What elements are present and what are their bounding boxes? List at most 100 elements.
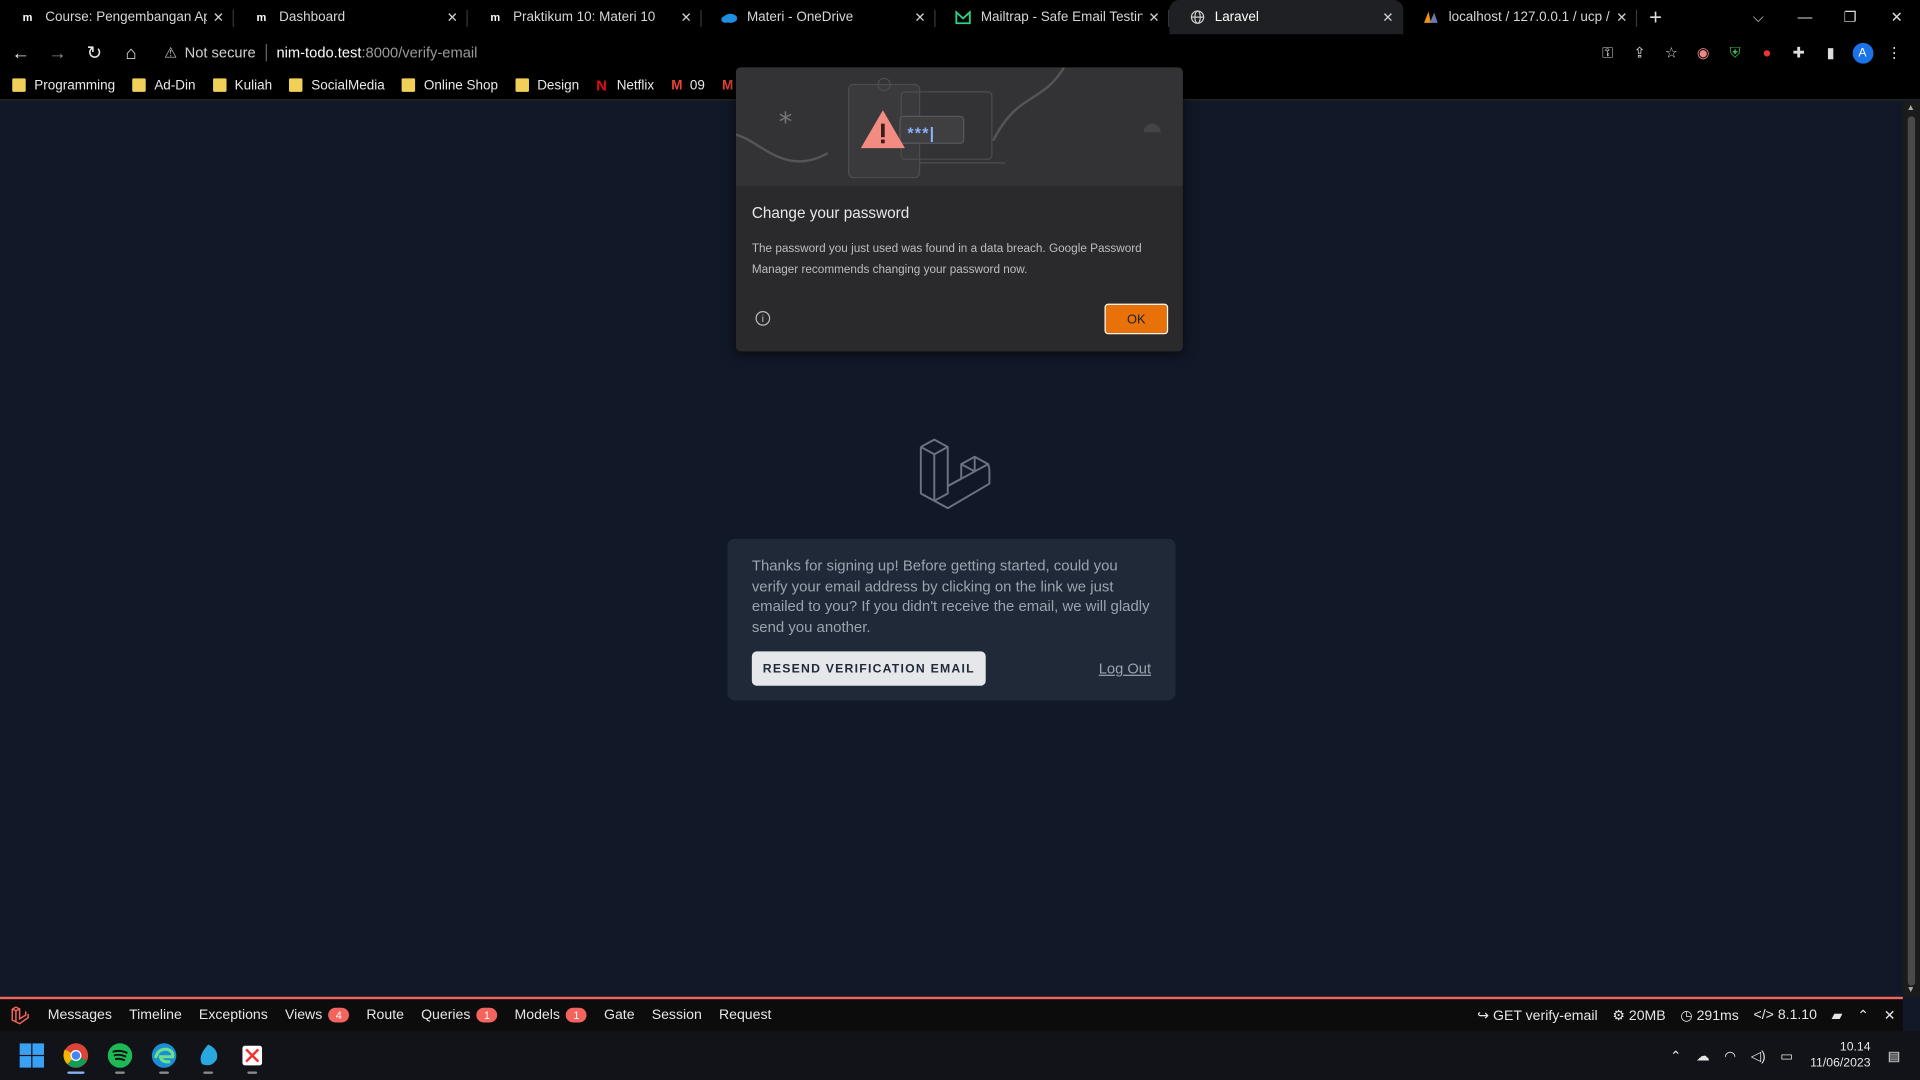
debugbar-memory: ⚙ 20MB bbox=[1605, 1007, 1673, 1024]
bookmark-programming[interactable]: Programming bbox=[12, 77, 116, 93]
close-icon[interactable]: ✕ bbox=[447, 10, 458, 26]
debugbar-route[interactable]: Route bbox=[358, 1008, 413, 1023]
ok-button[interactable]: OK bbox=[1104, 303, 1169, 335]
close-icon[interactable]: ✕ bbox=[1382, 10, 1393, 26]
tab-label: Praktikum 10: Materi 10 bbox=[513, 9, 656, 25]
tab-praktikum[interactable]: m Praktikum 10: Materi 10 ✕ bbox=[468, 0, 702, 34]
debugbar-session[interactable]: Session bbox=[643, 1008, 710, 1023]
debugbar-php: </> 8.1.10 bbox=[1746, 1008, 1824, 1023]
close-icon[interactable]: ✕ bbox=[213, 10, 224, 26]
window-close-icon[interactable]: ✕ bbox=[1873, 0, 1920, 34]
back-icon[interactable]: ← bbox=[5, 37, 37, 69]
scroll-down-icon[interactable]: ▼ bbox=[1907, 986, 1915, 995]
puzzle-icon[interactable]: ✚ bbox=[1783, 38, 1815, 67]
folder-icon bbox=[515, 78, 529, 92]
debugbar-queries[interactable]: Queries 1 bbox=[413, 1007, 506, 1023]
folder-open-icon[interactable]: ▰ bbox=[1824, 1007, 1850, 1024]
shield-icon[interactable]: ⛨ bbox=[1719, 38, 1751, 67]
chevron-up-icon[interactable]: ⌃ bbox=[1850, 1007, 1876, 1024]
scrollbar[interactable]: ▲ ▼ bbox=[1902, 101, 1920, 997]
close-icon[interactable]: ✕ bbox=[681, 10, 692, 26]
count-badge: 1 bbox=[566, 1007, 587, 1023]
chevron-up-icon[interactable]: ⌃ bbox=[1670, 1048, 1681, 1064]
laravel-debugbar: Messages Timeline Exceptions Views 4 Rout… bbox=[0, 996, 1903, 1032]
key-icon[interactable]: ⚿ bbox=[1592, 38, 1624, 67]
snipping-tool-icon[interactable] bbox=[230, 1033, 274, 1077]
debugbar-timeline[interactable]: Timeline bbox=[121, 1008, 191, 1023]
wifi-icon[interactable]: ◠ bbox=[1724, 1048, 1736, 1064]
logout-link[interactable]: Log Out bbox=[1099, 660, 1151, 677]
scrollbar-thumb[interactable] bbox=[1907, 116, 1916, 986]
tab-search-icon[interactable]: ⌵ bbox=[1735, 0, 1782, 34]
code-icon: </> bbox=[1753, 1007, 1778, 1023]
url-host: nim-todo.test bbox=[276, 44, 362, 62]
dialog-title: Change your password bbox=[751, 204, 910, 222]
extension-avatar-icon[interactable]: ◉ bbox=[1687, 38, 1719, 67]
bookmark-socialmedia[interactable]: SocialMedia bbox=[289, 78, 385, 92]
debugbar-close-icon[interactable]: ✕ bbox=[1876, 1007, 1902, 1024]
clock[interactable]: 10.14 11/06/2023 bbox=[1810, 1040, 1870, 1072]
star-icon[interactable]: ☆ bbox=[1656, 38, 1688, 67]
debugbar-exceptions[interactable]: Exceptions bbox=[190, 1008, 276, 1023]
sidepanel-icon[interactable]: ▮ bbox=[1815, 38, 1847, 67]
tab-phpmyadmin[interactable]: localhost / 127.0.0.1 / ucp / users ✕ bbox=[1403, 0, 1638, 34]
tab-laravel[interactable]: Laravel ✕ bbox=[1169, 0, 1404, 35]
bookmark-netflix[interactable]: N Netflix bbox=[596, 77, 654, 94]
close-icon[interactable]: ✕ bbox=[1616, 10, 1627, 26]
chrome-icon[interactable] bbox=[54, 1033, 98, 1077]
debugbar-label: Views bbox=[284, 1007, 323, 1023]
address-bar[interactable]: ⚠ Not secure nim-todo.test :8000/verify-… bbox=[164, 38, 477, 67]
debugbar-request[interactable]: Request bbox=[710, 1008, 780, 1023]
debugbar-models[interactable]: Models 1 bbox=[506, 1007, 596, 1023]
info-icon[interactable]: i bbox=[755, 311, 771, 326]
forward-icon[interactable]: → bbox=[42, 37, 74, 69]
bookmark-kuliah[interactable]: Kuliah bbox=[212, 78, 272, 92]
folder-icon bbox=[12, 78, 26, 92]
close-icon[interactable]: ✕ bbox=[914, 10, 925, 26]
reload-icon[interactable]: ↻ bbox=[78, 37, 110, 69]
cloud-icon[interactable]: ☁ bbox=[1696, 1048, 1709, 1064]
close-icon[interactable]: ✕ bbox=[1148, 10, 1159, 26]
windows-start-icon[interactable] bbox=[10, 1033, 54, 1077]
app-blue-icon[interactable] bbox=[186, 1033, 230, 1077]
tab-course[interactable]: m Course: Pengembangan Aplikasi Website … bbox=[0, 0, 234, 34]
moodle-icon: m bbox=[490, 11, 501, 24]
spotify-icon[interactable] bbox=[98, 1033, 142, 1077]
volume-icon[interactable]: ◁) bbox=[1751, 1048, 1766, 1064]
restore-icon[interactable]: ❐ bbox=[1827, 0, 1874, 34]
bookmark-design[interactable]: Design bbox=[515, 78, 579, 92]
bookmark-ad-din[interactable]: Ad-Din bbox=[132, 78, 195, 92]
edge-icon[interactable] bbox=[142, 1033, 186, 1077]
running-indicator bbox=[115, 1071, 125, 1074]
debugbar-messages[interactable]: Messages bbox=[39, 1008, 120, 1023]
bookmark-label: Programming bbox=[34, 77, 116, 93]
tab-label: Laravel bbox=[1214, 9, 1259, 25]
mailtrap-icon bbox=[955, 9, 971, 25]
gmail-icon: M bbox=[721, 77, 734, 93]
tab-onedrive[interactable]: Materi - OneDrive ✕ bbox=[702, 0, 936, 34]
tab-dashboard[interactable]: m Dashboard ✕ bbox=[234, 0, 468, 34]
menu-icon[interactable]: ⋮ bbox=[1878, 38, 1910, 67]
share-icon[interactable]: ⇪ bbox=[1624, 38, 1656, 67]
battery-icon[interactable]: ▭ bbox=[1780, 1048, 1793, 1064]
notification-icon[interactable]: ▤ bbox=[1888, 1048, 1901, 1064]
debugbar-gate[interactable]: Gate bbox=[595, 1008, 643, 1023]
cogs-icon: ⚙ bbox=[1612, 1008, 1629, 1024]
debugbar-label: Models bbox=[514, 1007, 560, 1023]
scroll-up-icon[interactable]: ▲ bbox=[1907, 104, 1915, 113]
folder-icon bbox=[401, 78, 416, 92]
bookmark-online-shop[interactable]: Online Shop bbox=[401, 78, 498, 92]
debugbar-views[interactable]: Views 4 bbox=[276, 1007, 357, 1023]
windows-taskbar: ⌃ ☁ ◠ ◁) ▭ 10.14 11/06/2023 ▤ bbox=[0, 1031, 1920, 1080]
laravel-icon[interactable] bbox=[0, 1005, 39, 1025]
new-tab-button[interactable]: + bbox=[1637, 0, 1674, 34]
folder-icon bbox=[289, 78, 303, 92]
resend-verification-button[interactable]: RESEND VERIFICATION EMAIL bbox=[751, 651, 986, 686]
profile-avatar[interactable]: A bbox=[1847, 38, 1879, 67]
extension-red-icon[interactable]: ● bbox=[1751, 38, 1783, 67]
bookmark-gmail-09[interactable]: M 09 bbox=[671, 78, 705, 93]
tab-mailtrap[interactable]: Mailtrap - Safe Email Testing ✕ bbox=[936, 0, 1170, 34]
count-badge: 1 bbox=[476, 1007, 498, 1023]
home-icon[interactable]: ⌂ bbox=[115, 37, 147, 69]
minimize-icon[interactable]: — bbox=[1782, 0, 1829, 34]
